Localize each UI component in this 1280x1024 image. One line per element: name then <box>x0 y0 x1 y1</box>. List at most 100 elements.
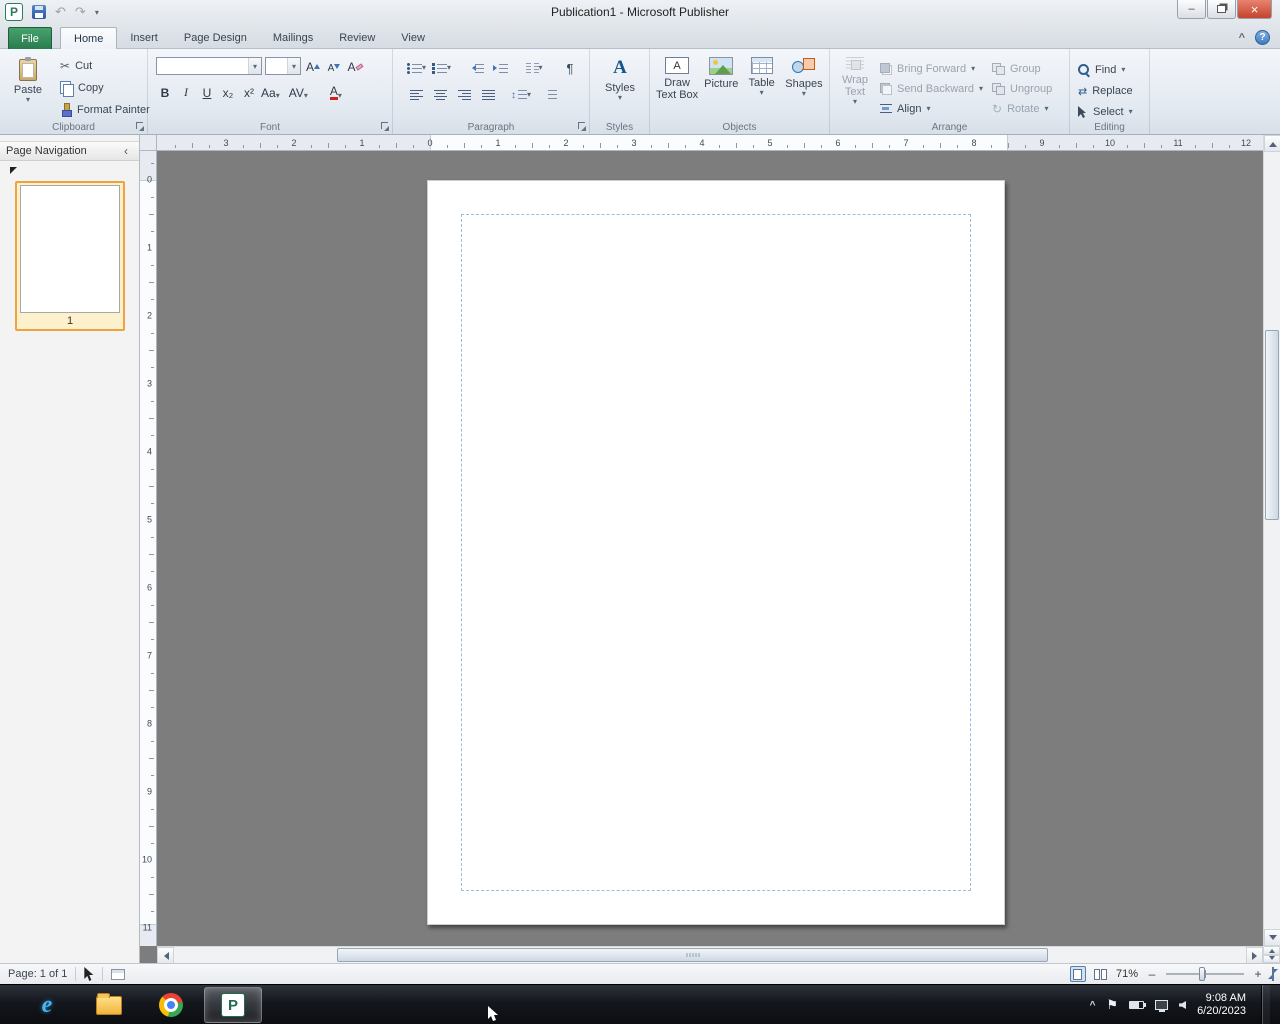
battery-icon[interactable] <box>1129 1001 1144 1009</box>
minimize-button[interactable]: – <box>1177 0 1206 19</box>
scroll-down-button[interactable] <box>1264 929 1280 946</box>
ungroup-button[interactable]: Ungroup <box>988 80 1064 99</box>
zoom-out-button[interactable]: – <box>1145 967 1159 981</box>
font-dialog-launcher[interactable] <box>378 120 390 132</box>
superscript-button[interactable]: x² <box>240 83 258 101</box>
vertical-scrollbar[interactable] <box>1263 135 1280 946</box>
change-case-button[interactable]: Aa▾ <box>261 83 280 101</box>
publication-page[interactable] <box>427 180 1005 925</box>
clipboard-dialog-launcher[interactable] <box>133 120 145 132</box>
horizontal-scrollbar-thumb[interactable] <box>337 948 1048 962</box>
previous-page-button[interactable] <box>1263 946 1280 955</box>
two-page-spread-button[interactable] <box>1093 966 1109 982</box>
taskbar-file-explorer[interactable] <box>80 987 138 1023</box>
character-spacing-button[interactable]: AV▾ <box>289 83 308 101</box>
tab-view[interactable]: View <box>388 27 438 49</box>
cut-button[interactable]: ✂ Cut <box>56 56 154 76</box>
clear-formatting-button[interactable]: A <box>346 57 364 75</box>
bold-button[interactable]: B <box>156 83 174 101</box>
decrease-indent-button[interactable] <box>467 59 485 77</box>
font-name-combo[interactable]: ▾ <box>156 57 262 75</box>
close-button[interactable]: × <box>1237 0 1272 19</box>
tab-insert[interactable]: Insert <box>117 27 171 49</box>
next-page-button[interactable] <box>1263 955 1280 964</box>
align-button[interactable]: Align▾ <box>876 99 988 118</box>
underline-button[interactable]: U <box>198 83 216 101</box>
font-size-combo[interactable]: ▾ <box>265 57 301 75</box>
format-painter-button[interactable]: Format Painter <box>56 100 154 120</box>
shrink-font-button[interactable]: A <box>325 57 343 75</box>
replace-button[interactable]: ⇄Replace <box>1074 81 1147 101</box>
vertical-scrollbar-thumb[interactable] <box>1265 330 1279 520</box>
horizontal-ruler[interactable]: 3210123456789101112 <box>157 135 1263 151</box>
picture-button[interactable]: Picture <box>700 53 742 117</box>
taskbar-internet-explorer[interactable]: e <box>18 987 76 1023</box>
page-indicator[interactable]: Page: 1 of 1 <box>8 968 67 980</box>
scroll-left-button[interactable] <box>157 947 174 964</box>
wrap-text-button[interactable]: Wrap Text ▾ <box>834 53 876 117</box>
copy-button[interactable]: Copy <box>56 78 154 98</box>
bring-forward-button[interactable]: Bring Forward▾ <box>876 60 988 79</box>
tab-mailings[interactable]: Mailings <box>260 27 326 49</box>
rotate-button[interactable]: ↻Rotate▾ <box>988 99 1064 118</box>
align-right-button[interactable] <box>455 86 473 104</box>
columns-button[interactable]: ▾ <box>525 59 543 77</box>
line-spacing-button[interactable]: ↕▾ <box>511 86 531 104</box>
shapes-button[interactable]: Shapes ▾ <box>781 53 827 117</box>
taskbar-clock[interactable]: 9:08 AM 6/20/2023 <box>1197 992 1250 1018</box>
paragraph-dialog-launcher[interactable] <box>575 120 587 132</box>
volume-icon[interactable] <box>1179 1001 1186 1009</box>
scrollbar-grip <box>686 953 699 957</box>
bullets-button[interactable]: ▾ <box>407 59 426 77</box>
collapse-panel-button[interactable]: ‹ <box>119 144 133 158</box>
format-painter-icon <box>60 103 72 117</box>
page-thumbnail-selected[interactable]: 1 <box>15 181 125 331</box>
zoom-slider-thumb[interactable] <box>1199 967 1205 981</box>
single-page-view-button[interactable] <box>1070 966 1086 982</box>
minimize-ribbon-button[interactable]: ^ <box>1239 32 1245 44</box>
align-left-button[interactable] <box>407 86 425 104</box>
action-center-icon[interactable]: ⚑ <box>1106 997 1118 1013</box>
styles-button[interactable]: A Styles ▾ <box>594 53 646 117</box>
find-button[interactable]: Find▾ <box>1074 60 1147 80</box>
grow-font-button[interactable]: A <box>304 57 322 75</box>
table-button[interactable]: Table ▾ <box>742 53 780 117</box>
taskbar-chrome[interactable] <box>142 987 200 1023</box>
help-button[interactable]: ? <box>1255 30 1270 45</box>
tab-review[interactable]: Review <box>326 27 388 49</box>
tab-file[interactable]: File <box>8 27 52 49</box>
increase-indent-button[interactable] <box>491 59 509 77</box>
zoom-slider[interactable] <box>1166 967 1244 981</box>
special-characters-button[interactable]: ¶ <box>561 59 579 77</box>
send-backward-button[interactable]: Send Backward▾ <box>876 80 988 99</box>
pages-expander-icon[interactable] <box>10 167 17 174</box>
draw-text-box-button[interactable]: A Draw Text Box <box>654 53 700 117</box>
paste-button[interactable]: Paste ▾ <box>6 55 50 121</box>
italic-button[interactable]: I <box>177 83 195 101</box>
show-hidden-icons-button[interactable]: ^ <box>1090 1000 1096 1011</box>
scroll-right-button[interactable] <box>1246 947 1263 964</box>
ruler-tick <box>151 605 154 606</box>
restore-button[interactable] <box>1207 0 1236 19</box>
scroll-up-button[interactable] <box>1264 135 1280 152</box>
align-center-button[interactable] <box>431 86 449 104</box>
paragraph-spacing-button[interactable] <box>543 86 561 104</box>
font-color-button[interactable]: A▾ <box>327 83 345 101</box>
group-button[interactable]: Group <box>988 60 1064 79</box>
tab-page-design[interactable]: Page Design <box>171 27 260 49</box>
vertical-ruler[interactable]: 01234567891011 <box>140 151 157 946</box>
subscript-button[interactable]: x₂ <box>219 83 237 101</box>
fit-page-button[interactable] <box>1272 968 1274 980</box>
taskbar-publisher-active[interactable]: P <box>204 987 262 1023</box>
select-button[interactable]: Select▾ <box>1074 102 1147 122</box>
horizontal-scrollbar[interactable] <box>157 946 1263 963</box>
numbering-button[interactable]: ▾ <box>432 59 451 77</box>
justify-button[interactable] <box>479 86 497 104</box>
publication-canvas[interactable] <box>157 151 1263 946</box>
ruler-number: 3 <box>147 380 152 389</box>
show-desktop-button[interactable] <box>1261 985 1270 1024</box>
zoom-in-button[interactable]: + <box>1251 967 1265 981</box>
tab-home[interactable]: Home <box>60 27 117 49</box>
network-icon[interactable] <box>1155 1000 1168 1010</box>
zoom-level[interactable]: 71% <box>1116 968 1138 980</box>
